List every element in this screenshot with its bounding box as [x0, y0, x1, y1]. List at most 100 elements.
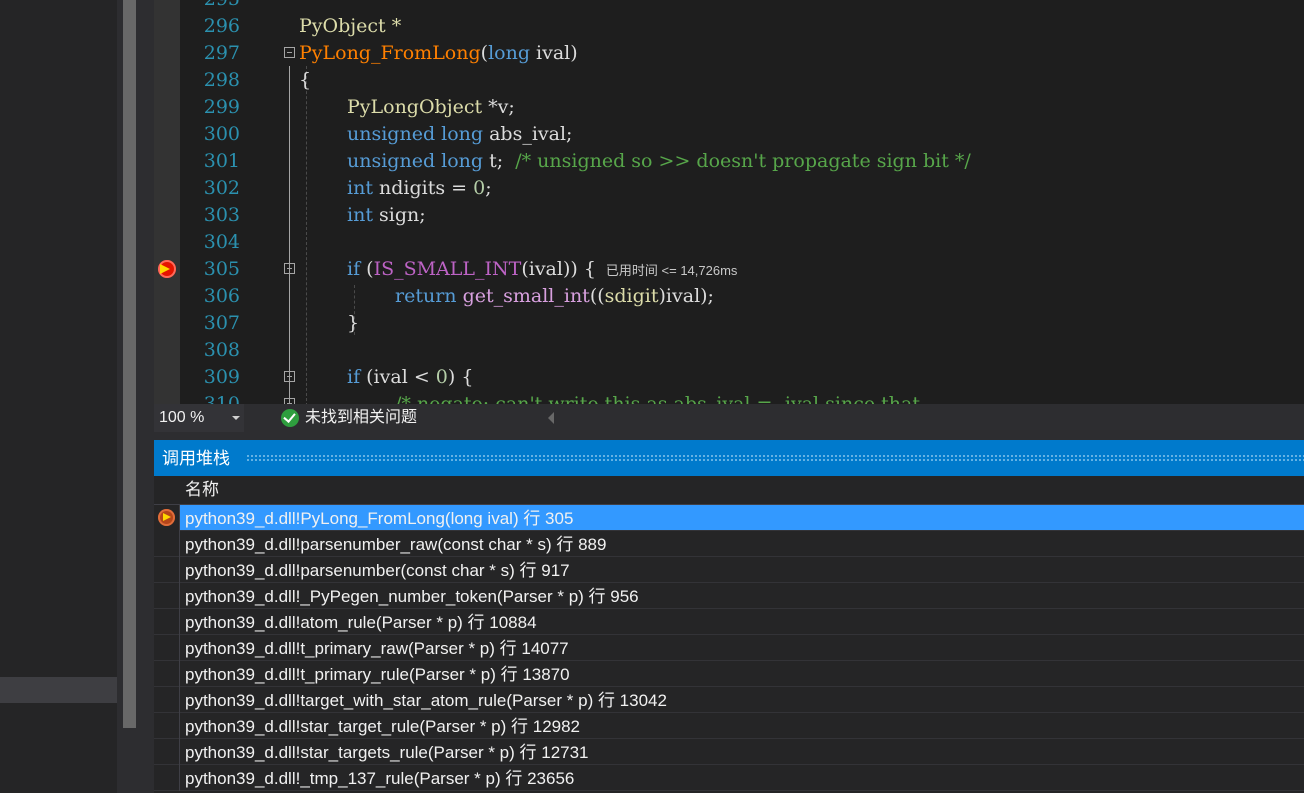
- line-number: 300: [203, 123, 240, 145]
- frame-indicator-cell: [154, 713, 180, 739]
- line-number: 303: [203, 204, 240, 226]
- stack-frame-text: python39_d.dll!target_with_star_atom_rul…: [185, 691, 667, 710]
- code-line[interactable]: 297 PyLong_FromLong(long ival): [154, 40, 1304, 67]
- stack-frame-text: python39_d.dll!_PyPegen_number_token(Par…: [185, 587, 639, 606]
- code-line[interactable]: 309 if (ival < 0) {: [154, 364, 1304, 391]
- stack-frame-text: python39_d.dll!PyLong_FromLong(long ival…: [185, 509, 574, 528]
- line-number: 299: [203, 96, 240, 118]
- check-circle-icon[interactable]: [281, 409, 299, 427]
- frame-indicator-cell: [154, 739, 180, 765]
- collapse-icon[interactable]: [284, 371, 295, 382]
- code-text: {: [299, 69, 312, 91]
- code-text: int sign;: [347, 204, 426, 226]
- code-editor[interactable]: 295 296 PyObject * 297 PyLong_FromLong(l…: [154, 0, 1304, 404]
- line-number: 305: [203, 258, 240, 280]
- code-line[interactable]: 295: [154, 0, 1304, 13]
- stack-frame-text: python39_d.dll!parsenumber(const char * …: [185, 561, 570, 580]
- line-number: 302: [203, 177, 240, 199]
- frame-indicator-cell: [154, 661, 180, 687]
- line-number: 306: [203, 285, 240, 307]
- stack-frame-row[interactable]: python39_d.dll!star_target_rule(Parser *…: [154, 713, 1304, 739]
- line-number: 296: [203, 15, 240, 37]
- line-number: 295: [180, 0, 240, 13]
- splitter[interactable]: [138, 0, 154, 793]
- scroll-left-icon[interactable]: [548, 412, 554, 424]
- line-number: 309: [203, 366, 240, 388]
- line-number: 301: [203, 150, 240, 172]
- call-stack-list: python39_d.dll!PyLong_FromLong(long ival…: [154, 505, 1304, 793]
- left-scrollbar-thumb[interactable]: [123, 0, 136, 728]
- panel-separator[interactable]: [154, 432, 1304, 440]
- code-line[interactable]: 298 {: [154, 67, 1304, 94]
- code-text: unsigned long abs_ival;: [347, 123, 573, 145]
- stack-frame-row[interactable]: python39_d.dll!_tmp_137_rule(Parser * p)…: [154, 765, 1304, 791]
- stack-frame-text: python39_d.dll!t_primary_rule(Parser * p…: [185, 665, 570, 684]
- zoom-dropdown[interactable]: 100 %: [154, 404, 244, 432]
- code-line[interactable]: 306 return get_small_int((sdigit)ival);: [154, 283, 1304, 310]
- perf-tip[interactable]: 已用时间 <= 14,726ms: [606, 263, 738, 278]
- stack-frame-row[interactable]: python39_d.dll!t_primary_raw(Parser * p)…: [154, 635, 1304, 661]
- collapse-icon[interactable]: [284, 263, 295, 274]
- code-line[interactable]: 299 PyLongObject *v;: [154, 94, 1304, 121]
- chevron-down-icon: [232, 416, 240, 420]
- code-line[interactable]: 303 int sign;: [154, 202, 1304, 229]
- line-number: 297: [203, 42, 240, 64]
- left-panel-selected-row[interactable]: [0, 677, 117, 703]
- frame-indicator-cell: [154, 583, 180, 609]
- code-text: if (IS_SMALL_INT(ival)) {已用时间 <= 14,726m…: [347, 258, 738, 280]
- stack-frame-row[interactable]: python39_d.dll!atom_rule(Parser * p) 行 1…: [154, 609, 1304, 635]
- frame-indicator-cell: [154, 609, 180, 635]
- panel-title: 调用堆栈: [162, 449, 230, 468]
- stack-frame-row[interactable]: python39_d.dll!parsenumber_raw(const cha…: [154, 531, 1304, 557]
- code-text: if (ival < 0) {: [347, 366, 474, 388]
- left-panel: [0, 0, 121, 793]
- line-number: 307: [203, 312, 240, 334]
- code-text: int ndigits = 0;: [347, 177, 492, 199]
- code-line[interactable]: 310 /* negate: can't write this as abs_i…: [154, 391, 1304, 404]
- code-line[interactable]: 308: [154, 337, 1304, 364]
- line-number: 298: [203, 69, 240, 91]
- column-header-name[interactable]: 名称: [185, 476, 219, 504]
- code-line[interactable]: 307 }: [154, 310, 1304, 337]
- code-line[interactable]: 300 unsigned long abs_ival;: [154, 121, 1304, 148]
- code-text: PyLongObject *v;: [347, 96, 515, 118]
- code-text: PyObject *: [299, 15, 402, 37]
- stack-frame-text: python39_d.dll!star_targets_rule(Parser …: [185, 743, 589, 762]
- stack-frame-text: python39_d.dll!t_primary_raw(Parser * p)…: [185, 639, 569, 658]
- drag-grip[interactable]: [246, 454, 1304, 462]
- stack-frame-row[interactable]: python39_d.dll!t_primary_rule(Parser * p…: [154, 661, 1304, 687]
- code-text: return get_small_int((sdigit)ival);: [395, 285, 714, 307]
- code-line[interactable]: 301 unsigned long t; /* unsigned so >> d…: [154, 148, 1304, 175]
- stack-frame-row[interactable]: python39_d.dll!_PyPegen_number_token(Par…: [154, 583, 1304, 609]
- collapse-icon[interactable]: [284, 47, 295, 58]
- frame-indicator-cell: [154, 557, 180, 583]
- issues-status[interactable]: 未找到相关问题: [305, 404, 417, 432]
- code-line[interactable]: 304: [154, 229, 1304, 256]
- frame-indicator-cell: [154, 765, 180, 791]
- frame-indicator-cell: [154, 635, 180, 661]
- code-line[interactable]: 296 PyObject *: [154, 13, 1304, 40]
- line-number: 310: [203, 393, 240, 404]
- call-stack-titlebar[interactable]: 调用堆栈: [154, 440, 1304, 476]
- line-number: 308: [203, 339, 240, 361]
- frame-indicator-cell: [154, 531, 180, 557]
- code-text: /* negate: can't write this as abs_ival …: [395, 393, 920, 404]
- stack-frame-row[interactable]: python39_d.dll!star_targets_rule(Parser …: [154, 739, 1304, 765]
- stack-frame-text: python39_d.dll!atom_rule(Parser * p) 行 1…: [185, 613, 537, 632]
- stack-frame-row[interactable]: python39_d.dll!target_with_star_atom_rul…: [154, 687, 1304, 713]
- code-line-current[interactable]: 305 if (IS_SMALL_INT(ival)) {已用时间 <= 14,…: [154, 256, 1304, 283]
- frame-indicator-cell: [154, 505, 180, 531]
- editor-status-bar: 100 % 未找到相关问题: [154, 404, 1304, 432]
- stack-frame-text: python39_d.dll!star_target_rule(Parser *…: [185, 717, 581, 736]
- line-number: 304: [203, 231, 240, 253]
- current-frame-arrow-icon: [158, 509, 175, 526]
- stack-frame-row[interactable]: python39_d.dll!parsenumber(const char * …: [154, 557, 1304, 583]
- call-stack-panel: 调用堆栈 名称 python39_d.dll!PyLong_FromLong(l…: [154, 440, 1304, 793]
- frame-indicator-cell: [154, 687, 180, 713]
- code-line[interactable]: 302 int ndigits = 0;: [154, 175, 1304, 202]
- code-text: }: [347, 312, 360, 334]
- column-header-row: 名称: [154, 476, 1304, 505]
- stack-frame-row[interactable]: python39_d.dll!PyLong_FromLong(long ival…: [154, 505, 1304, 531]
- code-text: PyLong_FromLong(long ival): [299, 42, 578, 64]
- code-text: unsigned long t; /* unsigned so >> doesn…: [347, 150, 971, 172]
